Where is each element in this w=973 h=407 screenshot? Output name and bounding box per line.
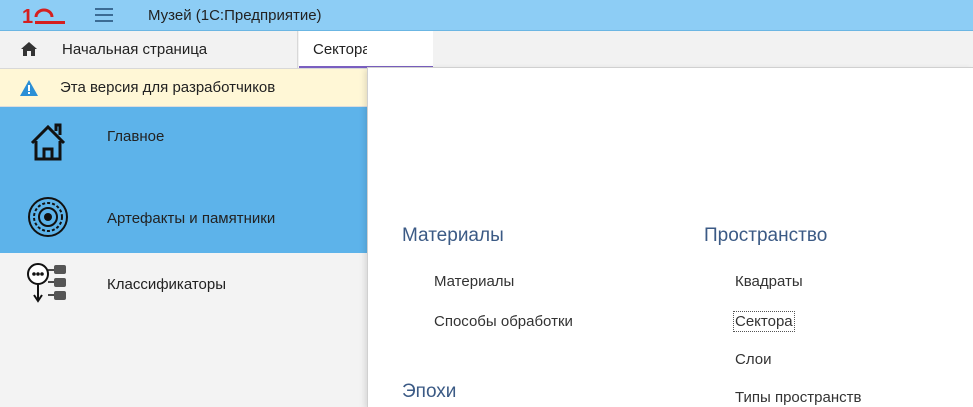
- sidebar-item-label: Главное: [107, 128, 165, 145]
- sidebar-item-label: Классификаторы: [107, 276, 227, 293]
- window-title: Музей (1С:Предприятие): [148, 7, 322, 24]
- group-title-space: Пространство: [704, 225, 828, 246]
- link-squares[interactable]: Квадраты: [735, 273, 803, 290]
- home-icon: [21, 42, 37, 56]
- mandala-icon: [28, 197, 68, 237]
- title-bar: 1 Музей (1С:Предприятие): [0, 0, 973, 31]
- section-menu-panel: Материалы Материалы Способы обработки Эп…: [367, 67, 973, 407]
- tab-sectors-label: Сектора: [313, 41, 367, 58]
- tab-home-label: Начальная страница: [62, 41, 208, 58]
- notice-text: Эта версия для разработчиков: [60, 79, 276, 96]
- group-title-materials: Материалы: [402, 225, 504, 246]
- sidebar-item-classifiers[interactable]: Классификаторы: [0, 253, 370, 407]
- sidebar-item-artifacts[interactable]: Артефакты и памятники: [0, 180, 370, 253]
- sidebar-item-main[interactable]: Главное: [0, 107, 370, 180]
- link-sectors[interactable]: Сектора: [733, 311, 795, 332]
- sidebar: Главное Артефакты и памятники Классифика…: [0, 107, 370, 407]
- link-layers[interactable]: Слои: [735, 351, 771, 368]
- tab-sectors[interactable]: Сектора: [299, 31, 433, 68]
- svg-text:1: 1: [22, 6, 33, 27]
- 1c-logo-icon[interactable]: 1: [22, 5, 68, 27]
- warning-icon: [20, 80, 38, 96]
- sidebar-item-label: Артефакты и памятники: [107, 210, 276, 227]
- link-processing-methods[interactable]: Способы обработки: [434, 313, 573, 330]
- group-title-epochs: Эпохи: [402, 381, 457, 402]
- tab-bar: Начальная страница Сектора: [0, 31, 973, 69]
- link-materials[interactable]: Материалы: [434, 273, 514, 290]
- house-icon: [30, 123, 66, 161]
- menu-icon[interactable]: [95, 8, 113, 22]
- classifier-icon: [27, 263, 66, 303]
- tab-home[interactable]: Начальная страница: [0, 31, 298, 68]
- link-space-types[interactable]: Типы пространств: [735, 389, 861, 406]
